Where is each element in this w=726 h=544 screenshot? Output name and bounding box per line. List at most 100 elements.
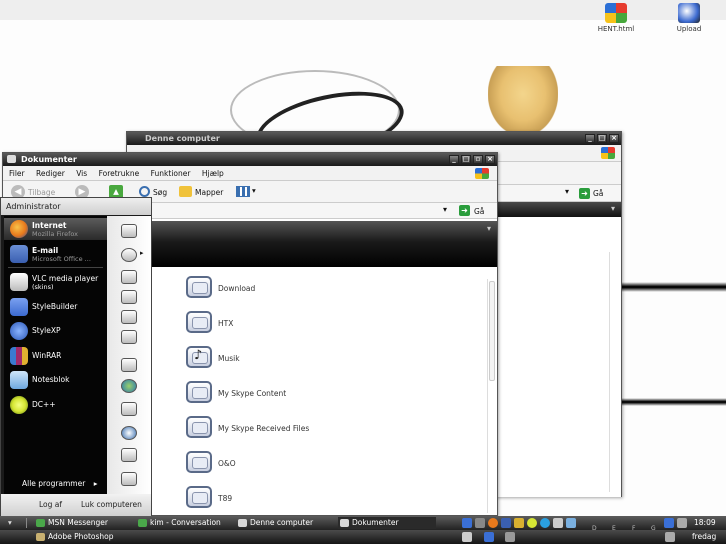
windows-logo-icon: [475, 168, 489, 179]
menu-vis[interactable]: Vis: [76, 169, 87, 178]
shutdown-button[interactable]: Luk computeren: [81, 494, 142, 516]
close-button[interactable]: ×: [609, 134, 619, 143]
taskbar: ▾ MSN Messenger kim - Conversation Denne…: [0, 516, 726, 532]
music-icon[interactable]: [121, 290, 137, 304]
address-dropdown-icon[interactable]: ▾: [443, 205, 447, 214]
file-item-htx[interactable]: HTX: [186, 311, 386, 337]
upload-icon: [678, 3, 700, 23]
tray-clipboard-icon[interactable]: [505, 532, 515, 542]
go-button[interactable]: Gå: [474, 207, 484, 216]
recent-notesblok[interactable]: Notesblok: [8, 369, 104, 393]
go-arrow-icon[interactable]: ➜: [579, 188, 590, 199]
quicklaunch-app-icon[interactable]: [553, 518, 563, 528]
run-icon[interactable]: [121, 472, 137, 486]
folders-icon[interactable]: [179, 186, 192, 197]
help-icon[interactable]: [121, 426, 137, 440]
printers-icon[interactable]: [121, 402, 137, 416]
close-button[interactable]: ×: [485, 155, 495, 164]
network-tray-icon[interactable]: [664, 518, 674, 528]
task-separator: [26, 518, 27, 528]
folders-button[interactable]: Mapper: [195, 188, 223, 197]
quicklaunch-skype-icon[interactable]: [540, 518, 550, 528]
internet-globe-icon[interactable]: [121, 379, 137, 393]
folder-icon: [186, 486, 212, 508]
menu-rediger[interactable]: Rediger: [36, 169, 65, 178]
tray-window-icon[interactable]: [462, 532, 472, 542]
start-button[interactable]: ▾: [2, 517, 24, 529]
dcpp-icon: [10, 396, 28, 414]
recent-documents-icon[interactable]: [121, 248, 137, 262]
submenu-arrow-icon: ▸: [140, 249, 144, 257]
recent-stylebuilder[interactable]: StyleBuilder: [8, 296, 104, 320]
maximize-button[interactable]: □: [461, 155, 471, 164]
maximize-button[interactable]: □: [597, 134, 607, 143]
search-icon[interactable]: [121, 448, 137, 462]
file-item-my-skype-received-files[interactable]: My Skype Received Files: [186, 416, 406, 442]
go-button[interactable]: Gå: [593, 189, 603, 198]
clock-day[interactable]: fredag: [692, 532, 716, 541]
scrollbar[interactable]: [487, 279, 495, 513]
menu-funktioner[interactable]: Funktioner: [151, 169, 191, 178]
chevron-down-icon[interactable]: ▾: [487, 224, 491, 233]
views-dropdown-icon[interactable]: ▾: [252, 186, 256, 195]
start-icon: ▾: [8, 518, 12, 527]
tray-settings-icon[interactable]: [665, 532, 675, 542]
msn-conversation-icon: [138, 519, 147, 527]
restore-button[interactable]: ▫: [473, 155, 483, 164]
file-item-oo[interactable]: O&O: [186, 451, 386, 477]
recent-dcpp[interactable]: DC++: [8, 394, 104, 418]
desktop-icon-upload[interactable]: Upload: [664, 3, 714, 33]
menu-hjaelp[interactable]: Hjælp: [202, 169, 224, 178]
computer-icon[interactable]: [121, 310, 137, 324]
recent-vlc[interactable]: VLC media player (skins): [8, 271, 104, 295]
file-item-musik[interactable]: ♪ Musik: [186, 346, 386, 372]
window-title: Dokumenter: [21, 155, 77, 164]
network-icon[interactable]: [121, 330, 137, 344]
control-panel-icon[interactable]: [121, 358, 137, 372]
file-item-t89[interactable]: T89: [186, 486, 386, 512]
search-icon[interactable]: [139, 186, 150, 197]
stylexp-icon: [10, 322, 28, 340]
desktop-icon-hent[interactable]: HENT.html: [591, 3, 641, 33]
quicklaunch-dcpp-icon[interactable]: [527, 518, 537, 528]
pictures-icon[interactable]: [121, 270, 137, 284]
search-button[interactable]: Søg: [153, 188, 167, 197]
menu-foretrukne[interactable]: Foretrukne: [99, 169, 140, 178]
all-programs-button[interactable]: Alle programmer ▸: [22, 479, 97, 488]
back-button[interactable]: Tilbage: [28, 188, 55, 197]
minimize-button[interactable]: _: [585, 134, 595, 143]
task-dokumenter[interactable]: Dokumenter: [338, 517, 436, 529]
pinned-internet[interactable]: Internet Mozilla Firefox: [8, 218, 104, 242]
file-item-download[interactable]: Download: [186, 276, 386, 302]
clock-time[interactable]: 18:09: [694, 518, 716, 527]
recent-stylexp[interactable]: StyleXP: [8, 320, 104, 344]
quicklaunch-outlook-icon[interactable]: [501, 518, 511, 528]
quicklaunch-app2-icon[interactable]: [566, 518, 576, 528]
recent-winrar[interactable]: WinRAR: [8, 345, 104, 369]
windows-flag-icon: [605, 3, 627, 23]
quicklaunch-winamp-icon[interactable]: [514, 518, 524, 528]
scrollbar[interactable]: [609, 252, 617, 492]
views-icon[interactable]: [236, 186, 250, 197]
go-arrow-icon[interactable]: ➜: [459, 205, 470, 216]
quicklaunch-msn-icon[interactable]: [462, 518, 472, 528]
menu-filer[interactable]: Filer: [9, 169, 25, 178]
chevron-down-icon[interactable]: ▾: [611, 204, 615, 213]
minimize-button[interactable]: _: [449, 155, 459, 164]
file-item-my-skype-content[interactable]: My Skype Content: [186, 381, 406, 407]
quicklaunch-firefox-icon[interactable]: [488, 518, 498, 528]
task-kim-conversation[interactable]: kim - Conversation: [136, 517, 234, 529]
title-bar[interactable]: Denne computer _ □ ×: [127, 132, 621, 145]
scrollbar-thumb[interactable]: [489, 281, 495, 381]
task-denne-computer[interactable]: Denne computer: [236, 517, 334, 529]
task-msn-messenger[interactable]: MSN Messenger: [34, 517, 132, 529]
volume-tray-icon[interactable]: [677, 518, 687, 528]
task-adobe-photoshop[interactable]: Adobe Photoshop: [34, 531, 154, 543]
pinned-email[interactable]: E-mail Microsoft Office ...: [8, 243, 104, 267]
address-dropdown-icon[interactable]: ▾: [565, 187, 569, 196]
logoff-button[interactable]: Log af: [39, 494, 62, 516]
title-bar[interactable]: Dokumenter _ □ ▫ ×: [3, 153, 497, 166]
tray-windows-icon[interactable]: [484, 532, 494, 542]
documents-icon[interactable]: [121, 224, 137, 238]
quicklaunch-lightning-icon[interactable]: [475, 518, 485, 528]
